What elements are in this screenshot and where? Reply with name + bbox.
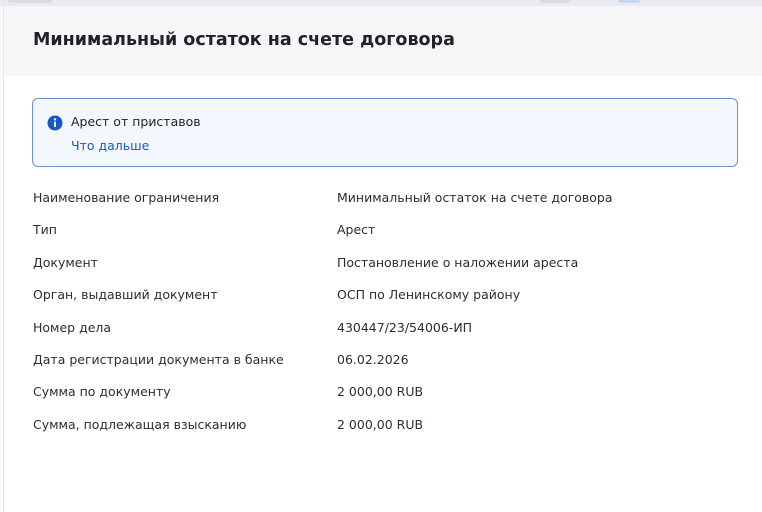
- background-element: [540, 0, 570, 3]
- detail-row-restriction-name: Наименование ограничения Минимальный ост…: [33, 190, 733, 222]
- detail-row-collectible-amount: Сумма, подлежащая взысканию 2 000,00 RUB: [33, 417, 733, 449]
- detail-row-document-amount: Сумма по документу 2 000,00 RUB: [33, 384, 733, 416]
- detail-value: ОСП по Ленинскому району: [337, 287, 521, 303]
- detail-label: Наименование ограничения: [33, 190, 220, 205]
- detail-label: Сумма, подлежащая взысканию: [33, 416, 247, 432]
- detail-row-registration-date: Дата регистрации документа в банке 06.02…: [33, 352, 733, 384]
- background-element: [618, 0, 640, 3]
- dialog-title: Минимальный остаток на счете договора: [33, 30, 455, 50]
- detail-label: Орган, выдавший документ: [33, 287, 218, 303]
- detail-value: Постановление о наложении ареста: [337, 254, 579, 270]
- detail-value: Минимальный остаток на счете договора: [337, 190, 613, 205]
- detail-row-document: Документ Постановление о наложении арест…: [33, 255, 733, 287]
- restriction-details-dialog: Минимальный остаток на счете договора Ар…: [3, 6, 762, 512]
- arrest-info-alert: Арест от приставов Что дальше: [32, 98, 738, 167]
- detail-value: 06.02.2026: [337, 351, 409, 367]
- detail-row-case-number: Номер дела 430447/23/54006-ИП: [33, 320, 733, 352]
- info-icon: [47, 115, 63, 131]
- dialog-header: Минимальный остаток на счете договора: [4, 6, 762, 76]
- restriction-details-list: Наименование ограничения Минимальный ост…: [33, 190, 733, 449]
- detail-label: Тип: [33, 222, 57, 238]
- detail-value: 2 000,00 RUB: [337, 416, 424, 432]
- detail-row-issuing-authority: Орган, выдавший документ ОСП по Ленинско…: [33, 287, 733, 319]
- detail-value: 2 000,00 RUB: [337, 384, 424, 400]
- detail-row-type: Тип Арест: [33, 222, 733, 254]
- detail-label: Дата регистрации документа в банке: [33, 351, 284, 367]
- background-element: [8, 0, 52, 3]
- detail-value: Арест: [337, 222, 376, 238]
- detail-label: Сумма по документу: [33, 384, 171, 400]
- alert-title: Арест от приставов: [71, 114, 201, 129]
- detail-label: Документ: [33, 254, 98, 270]
- detail-value: 430447/23/54006-ИП: [337, 319, 473, 335]
- what-next-link[interactable]: Что дальше: [71, 138, 149, 153]
- detail-label: Номер дела: [33, 319, 112, 335]
